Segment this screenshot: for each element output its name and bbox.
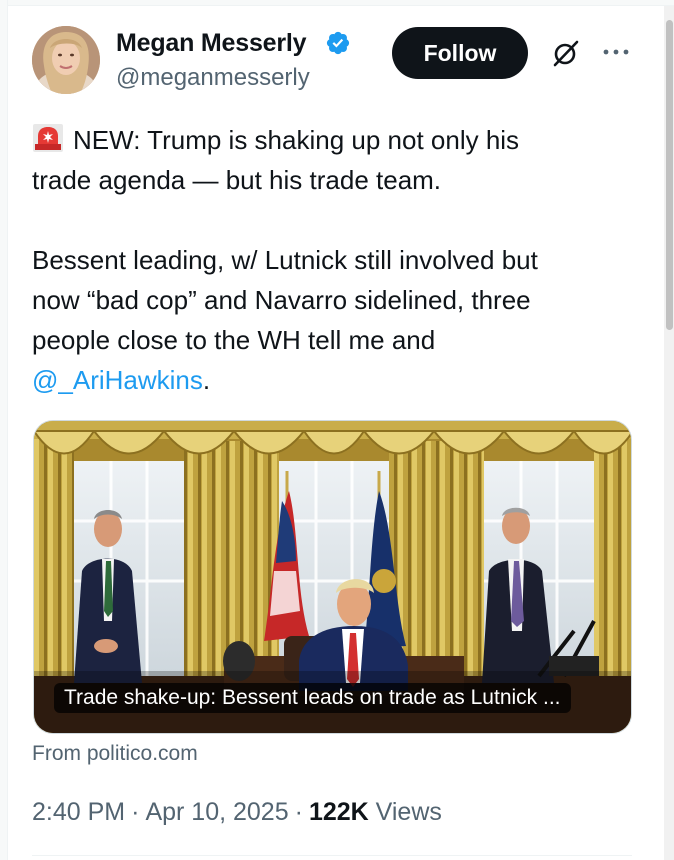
tweet-date[interactable]: Apr 10, 2025 [145,798,288,826]
tweet-meta: 2:40 PM · Apr 10, 2025 · 122K Views [32,798,442,827]
tweet-line-4: now “bad cop” and Navarro sidelined, thr… [32,285,531,315]
card-caption: Trade shake-up: Bessent leads on trade a… [54,683,571,713]
tweet-line-6: @_AriHawkins. [32,360,632,400]
author-handle[interactable]: @meganmesserly [116,64,310,92]
tweet-header: Megan Messerly @meganmesserly Follow [32,26,632,96]
views-count: 122K [308,798,369,826]
scrollbar-thumb[interactable] [666,20,673,330]
mention-link[interactable]: @_AriHawkins [32,365,203,395]
tweet-text: NEW: Trump is shaking up not only his tr… [32,120,632,400]
avatar[interactable] [32,26,100,94]
card-source[interactable]: From politico.com [32,742,198,766]
rotating-light-icon [33,124,63,152]
window-top-border [0,0,674,6]
scrollbar[interactable] [664,6,674,860]
tweet-time[interactable]: 2:40 PM [32,798,125,826]
separator-dot: · [131,798,140,826]
tweet-line-5: people close to the WH tell me and [32,325,436,355]
views-label: Views [375,798,442,826]
link-preview-card[interactable]: Trade shake-up: Bessent leads on trade a… [33,420,632,734]
tweet-line-1: NEW: Trump is shaking up not only his [32,120,632,160]
tweet-line-1-text: NEW: Trump is shaking up not only his [73,125,520,155]
verified-badge-icon [326,31,350,55]
tweet-line-2: trade agenda — but his trade team. [32,165,442,195]
tweet-line-3: Bessent leading, w/ Lutnick still involv… [32,245,538,275]
author-name[interactable]: Megan Messerly [116,29,307,58]
more-options-icon[interactable] [601,40,631,64]
avatar-image [32,26,100,94]
follow-button[interactable]: Follow [392,27,528,79]
divider [32,855,632,856]
tweet-trailing: . [202,365,211,395]
window-left-border [0,0,8,860]
separator-dot: · [294,798,303,826]
grok-icon[interactable] [551,38,581,68]
